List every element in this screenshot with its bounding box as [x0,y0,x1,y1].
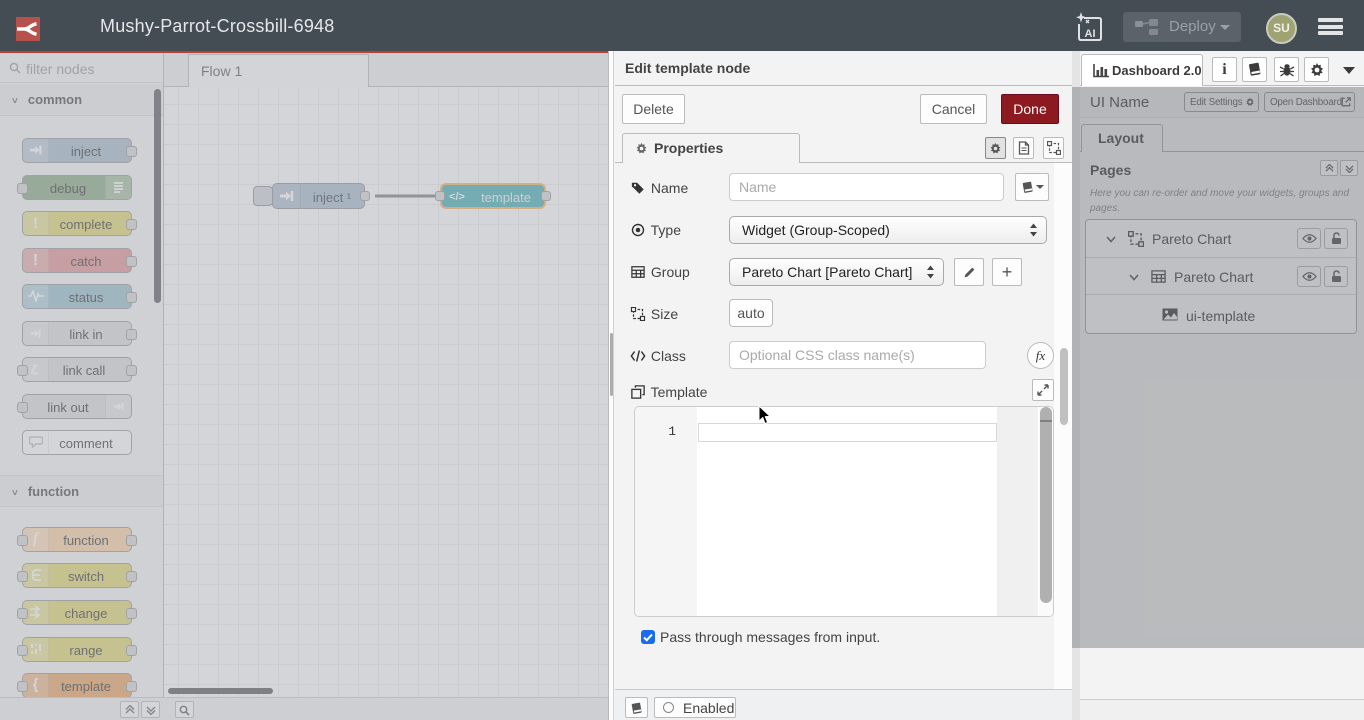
svg-text:AI: AI [1085,28,1096,40]
